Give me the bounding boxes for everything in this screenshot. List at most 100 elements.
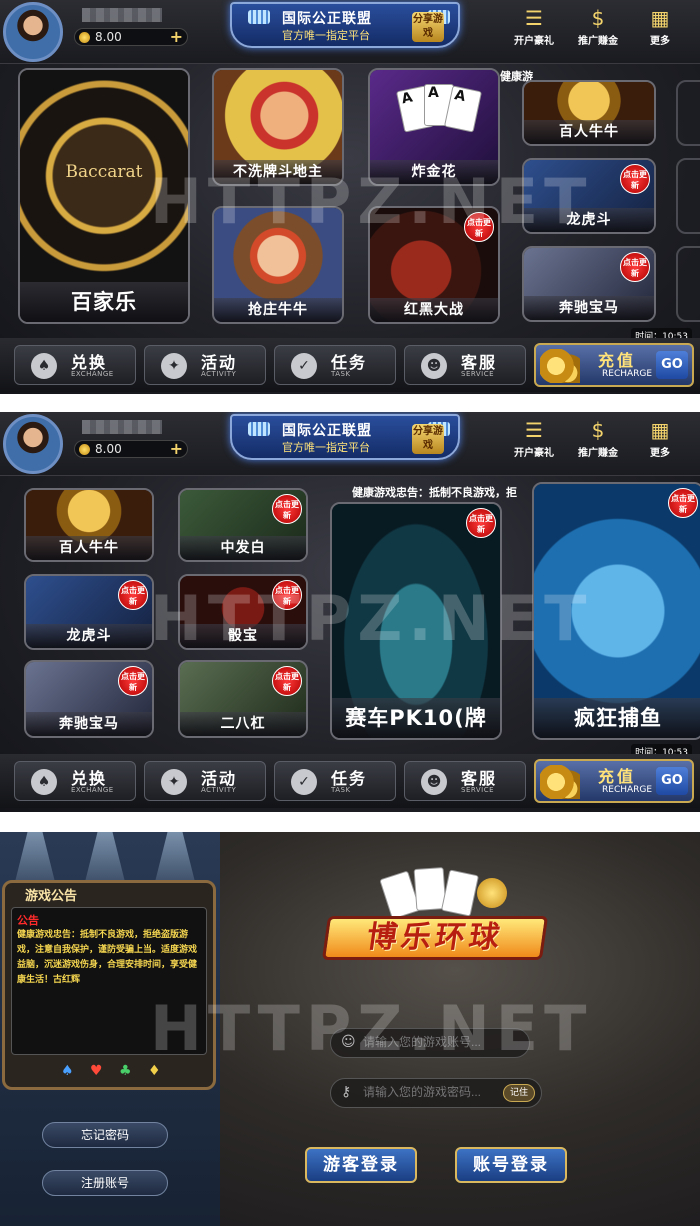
activity-button[interactable]: ✦ 活动 ACTIVITY <box>144 345 266 385</box>
cards-and-coins-icon <box>355 867 507 920</box>
task-button[interactable]: ✓ 任务 TASK <box>274 761 396 801</box>
game-tile-bairenniuniu[interactable]: 百人牛牛 <box>24 488 154 562</box>
share-game-button[interactable]: 分享游戏 <box>412 12 444 42</box>
more-label: 更多 <box>650 36 670 47</box>
game-tile-benchibaoma[interactable]: 点击更新 奔驰宝马 <box>24 660 154 738</box>
game-tile-niuniu[interactable]: 抢庄牛牛 <box>212 206 344 324</box>
task-sublabel: TASK <box>331 370 351 378</box>
gold-coins-icon <box>540 765 580 799</box>
update-badge[interactable]: 点击更新 <box>272 494 302 524</box>
game-tile-hongheidazhan[interactable]: 点击更新 红黑大战 <box>368 206 500 324</box>
game-tile-erbagang[interactable]: 点击更新 二八杠 <box>178 660 308 738</box>
more-button[interactable]: ▦ 更多 <box>630 6 690 47</box>
platform-banner[interactable]: 国际公正联盟 官方唯一指定平台 分享游戏 <box>230 414 460 460</box>
recharge-label: 充值 <box>598 351 637 370</box>
user-avatar[interactable] <box>3 414 63 474</box>
open-account-gift-button[interactable]: ☰ 开户豪礼 <box>504 6 564 47</box>
stack-icon: ☰ <box>525 418 543 442</box>
exchange-button[interactable]: ♠ 兑换 EXCHANGE <box>14 761 136 801</box>
add-funds-button[interactable]: + <box>170 439 183 458</box>
spade-icon: ♠ <box>61 1063 74 1079</box>
scrolling-notice: 健康游戏忠告：抵制不良游戏，拒 <box>352 486 517 499</box>
password-input[interactable] <box>363 1085 493 1099</box>
game-tile-benchibaoma[interactable]: 点击更新 奔驰宝马 <box>522 246 656 322</box>
update-badge[interactable]: 点击更新 <box>118 580 148 610</box>
game-tile-bairenniuniu[interactable]: 百人牛牛 <box>522 80 656 146</box>
service-sublabel: SERVICE <box>461 786 495 794</box>
referral-bonus-button[interactable]: $ 推广赚金 <box>568 418 628 459</box>
update-badge[interactable]: 点击更新 <box>272 580 302 610</box>
game-tile-partial[interactable] <box>676 80 700 146</box>
game-label-saiche: 赛车PK10(牌九) <box>332 698 500 738</box>
update-badge[interactable]: 点击更新 <box>620 164 650 194</box>
game-tile-doudizhu[interactable]: 不洗牌斗地主 <box>212 68 344 186</box>
gift-icon: ✦ <box>161 769 187 795</box>
game-tile-buyu[interactable]: 点击更新 疯狂捕鱼 <box>532 482 700 740</box>
recharge-button[interactable]: 充值 RECHARGE GO <box>534 759 694 803</box>
game-tile-zhongfabai[interactable]: 点击更新 中发白 <box>178 488 308 562</box>
gold-coin-icon <box>477 878 507 908</box>
game-label-baccarat: 百家乐 <box>20 282 188 322</box>
remember-toggle[interactable]: 记住 <box>502 1084 535 1102</box>
user-avatar[interactable] <box>3 2 63 62</box>
game-tile-zhajinhua[interactable]: A A A 炸金花 <box>368 68 500 186</box>
calendar-check-icon: ✓ <box>291 353 317 379</box>
update-badge[interactable]: 点击更新 <box>118 666 148 696</box>
more-button[interactable]: ▦ 更多 <box>630 418 690 459</box>
go-button[interactable]: GO <box>656 351 688 379</box>
task-button[interactable]: ✓ 任务 TASK <box>274 345 396 385</box>
banner-title: 国际公正联盟 <box>282 423 372 439</box>
stage-light-icon <box>248 422 270 436</box>
stack-icon: ☰ <box>525 6 543 30</box>
update-badge[interactable]: 点击更新 <box>464 212 494 242</box>
game-tile-partial[interactable] <box>676 246 700 322</box>
brand-logo: 博乐环球 <box>321 867 549 964</box>
account-login-button[interactable]: 账号登录 <box>455 1147 567 1183</box>
game-tile-longhudou[interactable]: 点击更新 龙虎斗 <box>522 158 656 234</box>
update-badge[interactable]: 点击更新 <box>272 666 302 696</box>
service-button[interactable]: ☻ 客服 SERVICE <box>404 345 526 385</box>
gift-icon: ✦ <box>161 353 187 379</box>
notice-content: 公告 健康游戏忠告：抵制不良游戏，拒绝盗版游戏，注意自我保护，谨防受骗上当。适度… <box>11 907 207 1055</box>
referral-bonus-button[interactable]: $ 推广赚金 <box>568 6 628 47</box>
guest-login-button[interactable]: 游客登录 <box>305 1147 417 1183</box>
account-input[interactable] <box>363 1035 533 1049</box>
forgot-password-button[interactable]: 忘记密码 <box>42 1122 168 1148</box>
update-badge[interactable]: 点击更新 <box>466 508 496 538</box>
share-game-button[interactable]: 分享游戏 <box>412 424 444 454</box>
gold-coins-icon <box>540 349 580 383</box>
game-label-longhudou: 龙虎斗 <box>524 208 654 232</box>
exchange-button[interactable]: ♠ 兑换 EXCHANGE <box>14 345 136 385</box>
balance-bar: 8.00 + <box>74 439 188 458</box>
username-blurred <box>82 8 162 22</box>
update-badge[interactable]: 点击更新 <box>620 252 650 282</box>
game-tile-shaibao[interactable]: 点击更新 骰宝 <box>178 574 308 650</box>
game-tile-partial[interactable] <box>676 158 700 234</box>
recharge-button[interactable]: 充值 RECHARGE GO <box>534 343 694 387</box>
update-badge[interactable]: 点击更新 <box>668 488 698 518</box>
diamond-icon: ♦ <box>148 1063 161 1079</box>
top-bar: 8.00 + 国际公正联盟 官方唯一指定平台 分享游戏 ☰ 开户豪礼 $ 推广赚… <box>0 0 700 64</box>
go-button[interactable]: GO <box>656 767 688 795</box>
account-field[interactable]: ☺ <box>330 1028 533 1058</box>
baccarat-chip-text: Baccarat <box>65 162 143 182</box>
game-tile-longhudou[interactable]: 点击更新 龙虎斗 <box>24 574 154 650</box>
service-button[interactable]: ☻ 客服 SERVICE <box>404 761 526 801</box>
notice-heading: 公告 <box>17 914 39 927</box>
password-field[interactable]: ⚷ 记住 <box>330 1078 542 1108</box>
game-tile-baccarat[interactable]: Baccarat 百家乐 <box>18 68 190 324</box>
playing-card-icon <box>440 869 480 917</box>
add-funds-button[interactable]: + <box>170 27 183 46</box>
platform-banner[interactable]: 国际公正联盟 官方唯一指定平台 分享游戏 <box>230 2 460 48</box>
activity-sublabel: ACTIVITY <box>201 370 237 378</box>
open-account-gift-button[interactable]: ☰ 开户豪礼 <box>504 418 564 459</box>
login-screen: 游戏公告 公告 健康游戏忠告：抵制不良游戏，拒绝盗版游戏，注意自我保护，谨防受骗… <box>0 832 700 1226</box>
register-button[interactable]: 注册账号 <box>42 1170 168 1196</box>
stage-light-icon <box>248 10 270 24</box>
banner-subtitle: 官方唯一指定平台 <box>282 441 370 454</box>
game-tile-saiche[interactable]: 点击更新 赛车PK10(牌九) <box>330 502 502 740</box>
bottom-bar: ♠ 兑换 EXCHANGE ✦ 活动 ACTIVITY ✓ 任务 TASK ☻ … <box>0 338 700 392</box>
game-label-erbagang: 二八杠 <box>180 712 306 736</box>
activity-button[interactable]: ✦ 活动 ACTIVITY <box>144 761 266 801</box>
game-label-niuniu: 抢庄牛牛 <box>214 298 342 322</box>
